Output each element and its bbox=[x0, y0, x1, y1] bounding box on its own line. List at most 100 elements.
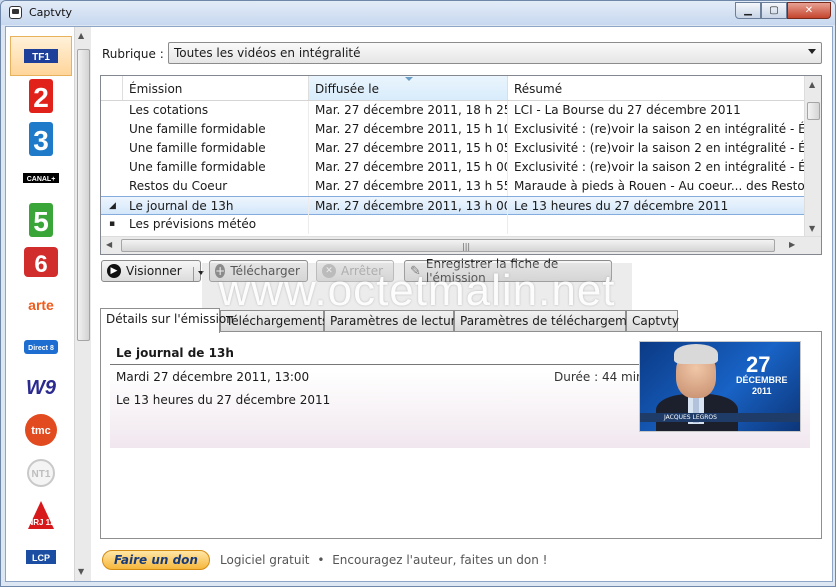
channel-nt1[interactable]: NT1 bbox=[10, 453, 72, 493]
cell-emission: Une famille formidable bbox=[123, 158, 309, 177]
window-controls: ▁ ▢ ✕ bbox=[735, 2, 831, 20]
channel-m6[interactable]: 6 bbox=[10, 242, 72, 282]
column-diffusee-label: Diffusée le bbox=[315, 82, 379, 96]
scroll-up-icon[interactable]: ▲ bbox=[78, 31, 84, 40]
expand-arrow-icon[interactable]: ◢ bbox=[109, 197, 116, 216]
thumbnail-year: 2011 bbox=[752, 386, 772, 396]
scroll-right-icon[interactable]: ▶ bbox=[789, 240, 795, 249]
scrollbar-thumb[interactable] bbox=[807, 102, 820, 120]
svg-text:6: 6 bbox=[34, 251, 47, 277]
channel-list: TF1 2 3 CANAL+ 5 6 arte Direct 8 W9 tmc … bbox=[6, 27, 74, 581]
svg-text:TF1: TF1 bbox=[32, 52, 50, 63]
episode-summary: Le 13 heures du 27 décembre 2011 bbox=[116, 393, 331, 407]
rubrique-label: Rubrique : bbox=[102, 47, 164, 61]
column-resume[interactable]: Résumé bbox=[508, 76, 805, 100]
app-window: Captvty ▁ ▢ ✕ TF1 2 3 CANAL+ 5 6 arte Di… bbox=[0, 0, 836, 587]
table-row-selected[interactable]: ◢ Le journal de 13h Mar. 27 décembre 201… bbox=[101, 196, 805, 216]
table-row[interactable]: Une famille formidable Mar. 27 décembre … bbox=[101, 139, 805, 158]
rubrique-select[interactable]: Toutes les vidéos en intégralité bbox=[168, 42, 822, 64]
minimize-button[interactable]: ▁ bbox=[735, 2, 761, 19]
cell-date: Mar. 27 décembre 2011, 18 h 25 bbox=[309, 101, 508, 120]
split-divider bbox=[193, 267, 194, 281]
maximize-icon: ▢ bbox=[769, 5, 779, 16]
table-row[interactable]: Restos du Coeur Mar. 27 décembre 2011, 1… bbox=[101, 177, 805, 196]
episode-thumbnail: 27 DÉCEMBRE 2011 JACQUES LEGROS bbox=[639, 341, 801, 432]
chevron-down-icon bbox=[808, 49, 816, 54]
title-bar[interactable]: Captvty ▁ ▢ ✕ bbox=[1, 1, 835, 25]
channel-tf1[interactable]: TF1 bbox=[10, 36, 72, 76]
tmc-logo-icon: tmc bbox=[25, 414, 57, 446]
grip-icon: ||| bbox=[462, 242, 471, 251]
svg-text:NT1: NT1 bbox=[32, 469, 51, 480]
column-emission[interactable]: Émission bbox=[123, 76, 309, 100]
cell-emission: Restos du Coeur bbox=[123, 177, 309, 196]
table-row[interactable]: Une famille formidable Mar. 27 décembre … bbox=[101, 120, 805, 139]
column-diffusee[interactable]: Diffusée le bbox=[309, 76, 508, 100]
cell-resume: Le 13 heures du 27 décembre 2011 bbox=[514, 199, 729, 213]
cell-emission: Une famille formidable bbox=[123, 120, 309, 139]
footer-free-text: Logiciel gratuit bbox=[220, 553, 310, 567]
cell-resume bbox=[508, 215, 805, 234]
scrollbar-thumb[interactable]: ||| bbox=[121, 239, 775, 252]
footer-encourage-text: Encouragez l'auteur, faites un don ! bbox=[332, 553, 548, 567]
tv-icon bbox=[9, 6, 22, 19]
header-spacer bbox=[101, 76, 123, 100]
minimize-icon: ▁ bbox=[744, 5, 752, 16]
channel-france2[interactable]: 2 bbox=[10, 76, 72, 116]
svg-text:5: 5 bbox=[33, 206, 49, 237]
tab-details[interactable]: Détails sur l'émission bbox=[100, 308, 234, 333]
episodes-table: Émission Diffusée le Résumé Les cotation… bbox=[100, 75, 822, 255]
table-row[interactable]: ▪ Les prévisions météo bbox=[101, 215, 805, 234]
channel-direct8[interactable]: Direct 8 bbox=[10, 327, 72, 367]
scrollbar-thumb[interactable] bbox=[77, 49, 90, 341]
footer-separator: • bbox=[317, 553, 325, 567]
france2-logo-icon: 2 bbox=[29, 79, 53, 113]
close-button[interactable]: ✕ bbox=[787, 2, 831, 19]
table-horizontal-scrollbar[interactable]: ◀ ||| ▶ bbox=[101, 236, 821, 254]
main-panel: Rubrique : Toutes les vidéos en intégral… bbox=[92, 27, 832, 581]
donate-button[interactable]: Faire un don bbox=[102, 550, 210, 570]
channel-scrollbar[interactable]: ▲ ▼ bbox=[74, 27, 91, 581]
france5-logo-icon: 5 bbox=[29, 203, 53, 237]
cell-emission: Les prévisions météo bbox=[123, 215, 309, 234]
tab-playback-settings[interactable]: Paramètres de lecture bbox=[324, 310, 463, 331]
tab-downloads[interactable]: Téléchargements bbox=[220, 310, 328, 331]
table-row[interactable]: Les cotations Mar. 27 décembre 2011, 18 … bbox=[101, 101, 805, 120]
svg-text:Direct 8: Direct 8 bbox=[28, 345, 54, 352]
cell-resume: Maraude à pieds à Rouen - Au coeur... de… bbox=[514, 179, 805, 193]
scroll-left-icon[interactable]: ◀ bbox=[106, 240, 112, 249]
table-row[interactable]: Une famille formidable Mar. 27 décembre … bbox=[101, 158, 805, 177]
nrj12-logo-icon: NRJ 12 bbox=[27, 501, 55, 529]
watch-button[interactable]: ▶ Visionner bbox=[101, 260, 204, 282]
scroll-down-icon[interactable]: ▼ bbox=[78, 567, 84, 576]
cell-resume: Exclusivité : (re)voir la saison 2 en in… bbox=[514, 122, 805, 136]
cell-emission: Les cotations bbox=[123, 101, 309, 120]
play-icon: ▶ bbox=[107, 264, 121, 278]
rubrique-value: Toutes les vidéos en intégralité bbox=[174, 46, 361, 60]
thumbnail-month: DÉCEMBRE bbox=[736, 375, 788, 385]
tab-download-settings[interactable]: Paramètres de téléchargement bbox=[454, 310, 647, 331]
maximize-button[interactable]: ▢ bbox=[761, 2, 787, 19]
close-icon: ✕ bbox=[804, 5, 814, 16]
lcp-logo-icon: LCP bbox=[26, 550, 56, 564]
cell-emission: Le journal de 13h bbox=[123, 197, 309, 216]
thumbnail-caption: JACQUES LEGROS bbox=[640, 413, 800, 422]
table-vertical-scrollbar[interactable]: ▲ ▼ bbox=[804, 76, 821, 238]
tab-captvty[interactable]: Captvty bbox=[626, 310, 679, 331]
svg-text:NRJ 12: NRJ 12 bbox=[27, 518, 55, 527]
cell-date: Mar. 27 décembre 2011, 15 h 05 bbox=[309, 139, 508, 158]
channel-arte[interactable]: arte bbox=[10, 285, 72, 325]
channel-nrj12[interactable]: NRJ 12 bbox=[10, 496, 72, 536]
scroll-up-icon[interactable]: ▲ bbox=[809, 80, 815, 89]
channel-canalplus[interactable]: CANAL+ bbox=[10, 158, 72, 198]
channel-france3[interactable]: 3 bbox=[10, 119, 72, 159]
nt1-logo-icon: NT1 bbox=[27, 459, 55, 487]
channel-w9[interactable]: W9 bbox=[10, 368, 72, 408]
svg-text:3: 3 bbox=[33, 125, 49, 156]
w9-logo-icon: W9 bbox=[26, 376, 56, 399]
channel-lcp[interactable]: LCP bbox=[10, 537, 72, 577]
channel-tmc[interactable]: tmc bbox=[10, 410, 72, 450]
channel-france5[interactable]: 5 bbox=[10, 200, 72, 240]
scroll-down-icon[interactable]: ▼ bbox=[809, 224, 815, 233]
cell-emission: Une famille formidable bbox=[123, 139, 309, 158]
